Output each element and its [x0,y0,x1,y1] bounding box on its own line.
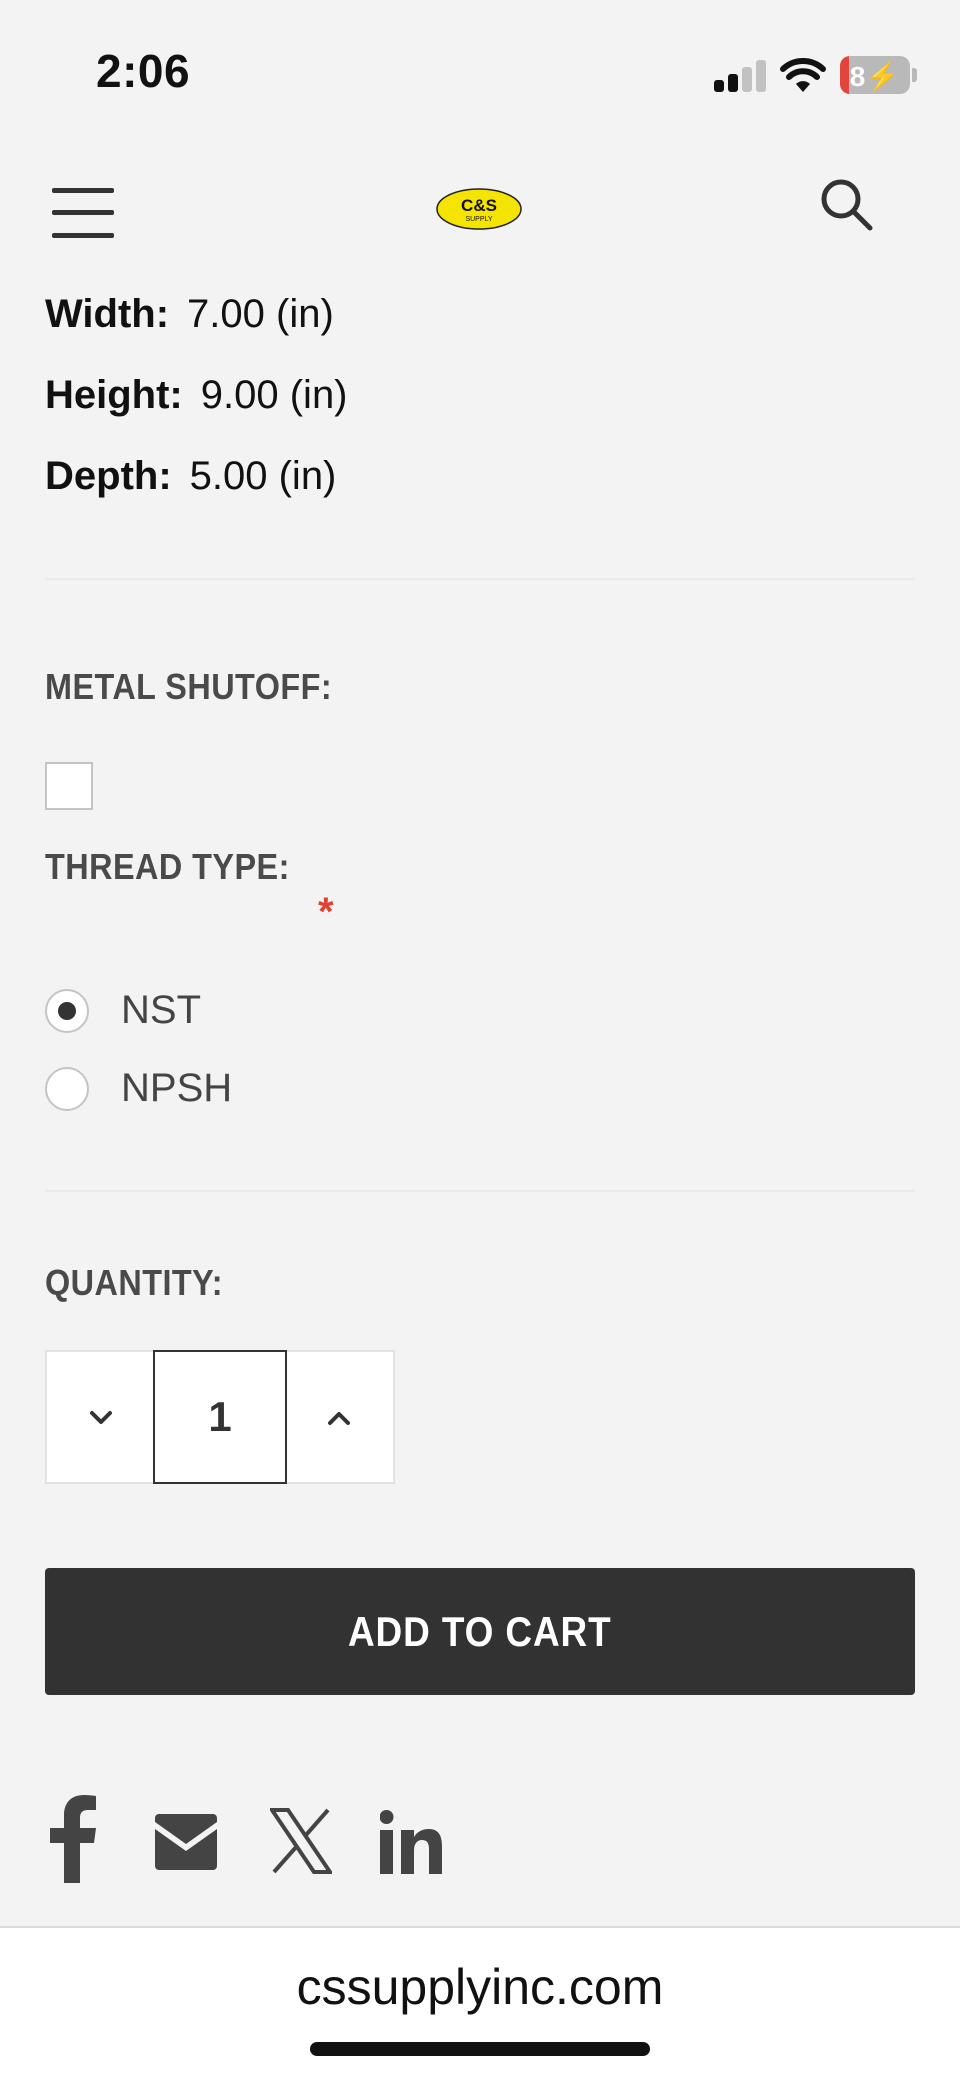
battery-icon: 8⚡ [840,56,910,94]
email-icon[interactable] [155,1812,217,1872]
quantity-input[interactable]: 1 [153,1350,287,1484]
add-to-cart-label: ADD TO CART [348,1607,612,1655]
url-text[interactable]: cssupplyinc.com [0,1958,960,2016]
thread-option-nst[interactable]: NST [45,988,201,1033]
quantity-label: QUANTITY: [45,1262,224,1303]
search-icon[interactable] [818,176,874,232]
home-indicator[interactable] [310,2042,650,2056]
quantity-stepper: 1 [45,1350,395,1484]
spec-value: 7.00 (in) [187,292,334,336]
add-to-cart-button[interactable]: ADD TO CART [45,1568,915,1695]
product-dimensions: Width: 7.00 (in) Height: 9.00 (in) Depth: 5… [45,292,348,535]
thread-type-label: THREAD TYPE: [45,846,290,887]
spec-depth: Depth: 5.00 (in) [45,454,348,535]
spec-value: 9.00 (in) [200,373,348,417]
chevron-up-icon [328,1412,350,1425]
radio-label: NST [121,988,201,1032]
chevron-down-icon [90,1411,112,1424]
radio-label: NPSH [121,1066,233,1110]
metal-shutoff-label: METAL SHUTOFF: [45,666,333,707]
divider [45,1190,915,1192]
linkedin-icon[interactable] [380,1810,442,1874]
cs-supply-logo[interactable]: C&S SUPPLY [436,188,522,230]
x-twitter-icon[interactable] [270,1808,332,1874]
facebook-icon[interactable] [50,1795,98,1885]
metal-shutoff-checkbox[interactable] [45,762,93,810]
radio-button[interactable] [45,1066,89,1111]
decrease-quantity-button[interactable] [47,1352,155,1482]
logo-subtext: SUPPLY [465,216,492,223]
logo-text: C&S [461,196,497,215]
status-time: 2:06 [96,45,191,97]
spec-label: Width: [45,292,170,336]
increase-quantity-button[interactable] [285,1352,393,1482]
required-asterisk: * [318,890,334,934]
thread-option-npsh[interactable]: NPSH [45,1066,232,1111]
spec-width: Width: 7.00 (in) [45,292,348,373]
spec-value: 5.00 (in) [189,454,337,498]
spec-label: Depth: [45,454,172,498]
signal-icon [714,60,768,92]
wifi-icon [780,58,826,92]
site-header: C&S SUPPLY [0,150,960,270]
browser-address-bar[interactable]: cssupplyinc.com [0,1926,960,2081]
spec-height: Height: 9.00 (in) [45,373,348,454]
battery-level: 8 [849,61,866,92]
spec-label: Height: [45,373,183,417]
menu-icon[interactable] [52,188,114,238]
divider [45,578,915,580]
radio-button-selected[interactable] [45,988,89,1033]
status-bar: 2:06 8⚡ [0,0,960,150]
